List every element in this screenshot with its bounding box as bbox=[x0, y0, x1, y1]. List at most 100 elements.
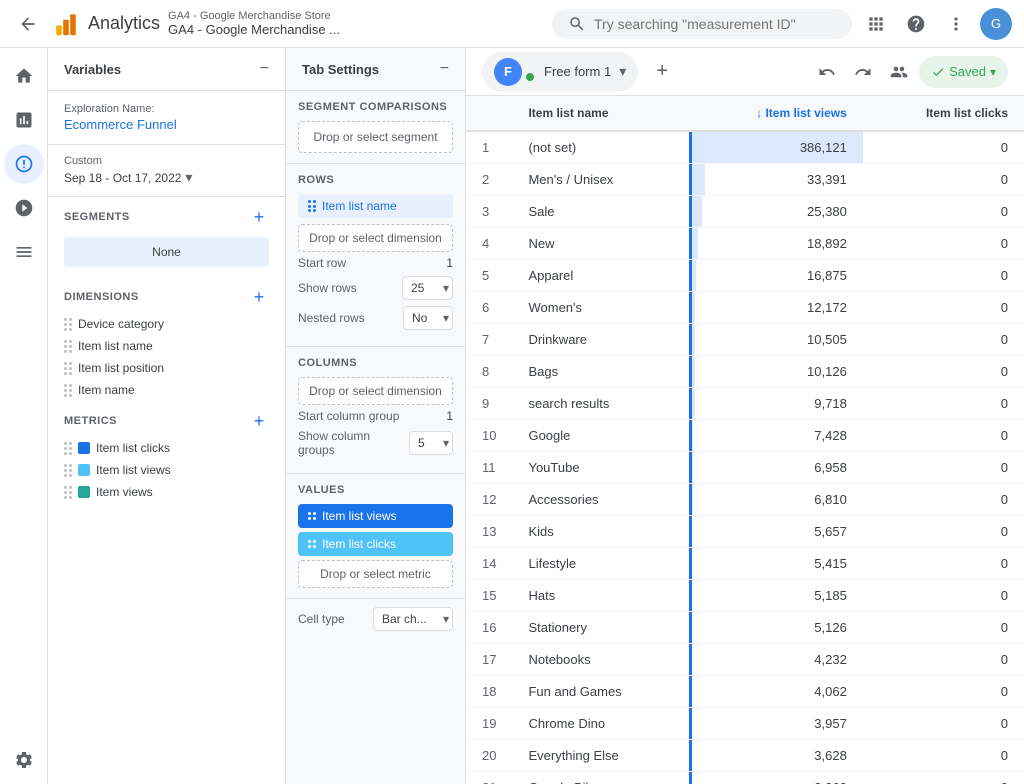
value-chip-item-list-views[interactable]: Item list views bbox=[298, 504, 453, 528]
row-views: 386,121 bbox=[689, 131, 862, 164]
row-name: Apparel bbox=[512, 260, 689, 292]
row-num: 4 bbox=[466, 228, 512, 260]
start-row-row: Start row 1 bbox=[298, 256, 453, 270]
row-views: 5,185 bbox=[689, 580, 862, 612]
nav-reports[interactable] bbox=[4, 100, 44, 140]
show-rows-select-wrapper: 2550100 ▾ bbox=[402, 276, 453, 300]
back-button[interactable] bbox=[12, 8, 44, 40]
dimension-item-list-position[interactable]: Item list position bbox=[48, 357, 285, 379]
show-columns-row: Show column groups 51020 ▾ bbox=[298, 429, 453, 457]
drop-dimension-button[interactable]: Drop or select dimension bbox=[298, 224, 453, 252]
table-row: 6 Women's 12,172 0 bbox=[466, 292, 1024, 324]
show-rows-select[interactable]: 2550100 bbox=[402, 276, 453, 300]
nested-rows-select[interactable]: NoYes bbox=[403, 306, 453, 330]
metric-item-views[interactable]: Item views bbox=[48, 481, 285, 503]
date-range[interactable]: Sep 18 - Oct 17, 2022 ▾ bbox=[64, 169, 269, 186]
cell-type-select[interactable]: Bar ch...Plain text bbox=[373, 607, 453, 631]
show-columns-select[interactable]: 51020 bbox=[409, 431, 453, 455]
date-custom-label: Custom bbox=[64, 155, 269, 167]
add-segment-button[interactable]: + bbox=[249, 207, 269, 227]
add-tab-button[interactable]: + bbox=[646, 56, 678, 88]
form-avatar: F bbox=[494, 58, 522, 86]
row-num: 1 bbox=[466, 131, 512, 164]
save-label: Saved bbox=[949, 64, 986, 79]
share-button[interactable] bbox=[883, 56, 915, 88]
columns-section: COLUMNS Drop or select dimension Start c… bbox=[286, 347, 465, 474]
dimension-item-name[interactable]: Item name bbox=[48, 379, 285, 401]
undo-button[interactable] bbox=[811, 56, 843, 88]
row-views: 16,875 bbox=[689, 260, 862, 292]
row-name: Lifestyle bbox=[512, 548, 689, 580]
drop-column-button[interactable]: Drop or select dimension bbox=[298, 377, 453, 405]
row-views: 33,391 bbox=[689, 164, 862, 196]
row-views: 3,628 bbox=[689, 740, 862, 772]
nav-explore[interactable] bbox=[4, 144, 44, 184]
table-body: 1 (not set) 386,121 0 2 Men's / Unisex 3… bbox=[466, 131, 1024, 784]
rows-chip[interactable]: Item list name bbox=[298, 194, 453, 218]
row-num: 6 bbox=[466, 292, 512, 324]
nav-configure[interactable] bbox=[4, 232, 44, 272]
row-views: 18,892 bbox=[689, 228, 862, 260]
search-bar[interactable] bbox=[552, 9, 852, 39]
nav-home[interactable] bbox=[4, 56, 44, 96]
apps-button[interactable] bbox=[860, 8, 892, 40]
variables-collapse[interactable]: − bbox=[260, 60, 269, 78]
rows-chip-label: Item list name bbox=[322, 199, 397, 213]
table-row: 9 search results 9,718 0 bbox=[466, 388, 1024, 420]
exploration-value[interactable]: Ecommerce Funnel bbox=[64, 117, 269, 132]
drop-metric-button[interactable]: Drop or select metric bbox=[298, 560, 453, 588]
row-name: New bbox=[512, 228, 689, 260]
segment-drop-button[interactable]: Drop or select segment bbox=[298, 121, 453, 153]
drag-handle-icon bbox=[308, 200, 316, 212]
row-name: Women's bbox=[512, 292, 689, 324]
metrics-header: METRICS + bbox=[48, 401, 285, 437]
nav-settings[interactable] bbox=[4, 744, 44, 784]
show-rows-label: Show rows bbox=[298, 281, 357, 295]
row-num: 13 bbox=[466, 516, 512, 548]
metric-item-list-views[interactable]: Item list views bbox=[48, 459, 285, 481]
table-row: 2 Men's / Unisex 33,391 0 bbox=[466, 164, 1024, 196]
row-views: 10,126 bbox=[689, 356, 862, 388]
row-num: 20 bbox=[466, 740, 512, 772]
date-arrow-icon: ▾ bbox=[185, 169, 192, 186]
table-row: 7 Drinkware 10,505 0 bbox=[466, 324, 1024, 356]
col-item-list-views[interactable]: ↓ Item list views bbox=[689, 96, 862, 131]
row-num: 16 bbox=[466, 612, 512, 644]
table-container[interactable]: Item list name ↓ Item list views Item li… bbox=[466, 96, 1024, 784]
help-button[interactable] bbox=[900, 8, 932, 40]
row-clicks: 0 bbox=[863, 772, 1024, 784]
tab-settings-collapse[interactable]: − bbox=[440, 60, 449, 78]
redo-button[interactable] bbox=[847, 56, 879, 88]
metric-item-list-clicks[interactable]: Item list clicks bbox=[48, 437, 285, 459]
save-button[interactable]: Saved ▾ bbox=[919, 56, 1008, 88]
row-num: 10 bbox=[466, 420, 512, 452]
row-name: (not set) bbox=[512, 131, 689, 164]
more-options-button[interactable] bbox=[940, 8, 972, 40]
row-views: 12,172 bbox=[689, 292, 862, 324]
metric-label: Item list views bbox=[96, 463, 171, 477]
dimensions-list: Device category Item list name Item list… bbox=[48, 313, 285, 401]
col-item-list-name[interactable]: Item list name bbox=[512, 96, 689, 131]
add-metric-button[interactable]: + bbox=[249, 411, 269, 431]
row-num: 17 bbox=[466, 644, 512, 676]
dimension-item-list-name[interactable]: Item list name bbox=[48, 335, 285, 357]
add-dimension-button[interactable]: + bbox=[249, 287, 269, 307]
avatar[interactable]: G bbox=[980, 8, 1012, 40]
row-name: Accessories bbox=[512, 484, 689, 516]
form-selector[interactable]: F Free form 1 ▾ bbox=[482, 52, 638, 92]
nav-advertising[interactable] bbox=[4, 188, 44, 228]
tab-settings-panel: Tab Settings − SEGMENT COMPARISONS Drop … bbox=[286, 48, 466, 784]
row-views: 25,380 bbox=[689, 196, 862, 228]
col-item-list-clicks[interactable]: Item list clicks bbox=[863, 96, 1024, 131]
rows-title: ROWS bbox=[298, 174, 453, 186]
table-row: 17 Notebooks 4,232 0 bbox=[466, 644, 1024, 676]
drag-handle-icon bbox=[64, 486, 72, 499]
table-row: 12 Accessories 6,810 0 bbox=[466, 484, 1024, 516]
cell-type-label: Cell type bbox=[298, 612, 345, 626]
row-name: Men's / Unisex bbox=[512, 164, 689, 196]
start-row-label: Start row bbox=[298, 256, 346, 270]
dimension-device-category[interactable]: Device category bbox=[48, 313, 285, 335]
search-input[interactable] bbox=[594, 16, 834, 32]
row-name: Everything Else bbox=[512, 740, 689, 772]
value-chip-item-list-clicks[interactable]: Item list clicks bbox=[298, 532, 453, 556]
